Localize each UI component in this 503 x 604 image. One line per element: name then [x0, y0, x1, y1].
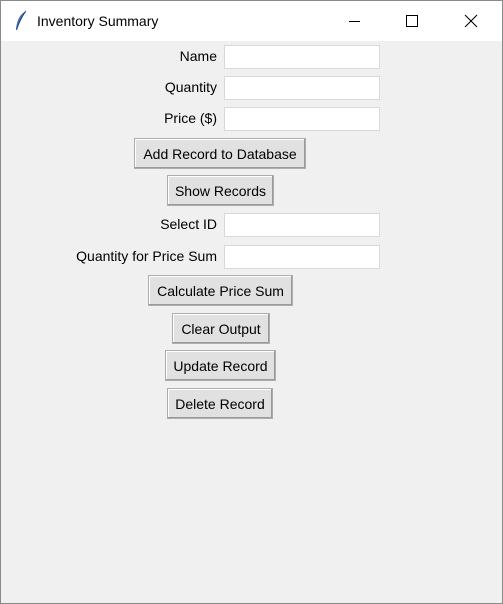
price-input[interactable]	[224, 107, 380, 131]
update-record-button[interactable]: Update Record	[165, 350, 276, 381]
quantity-label: Quantity	[164, 79, 217, 95]
name-input[interactable]	[224, 45, 380, 69]
name-label: Name	[179, 48, 217, 64]
price-label: Price ($)	[164, 110, 217, 126]
calculate-price-sum-button[interactable]: Calculate Price Sum	[148, 275, 293, 306]
select-id-label: Select ID	[160, 216, 217, 232]
maximize-button[interactable]	[389, 1, 435, 41]
add-record-button[interactable]: Add Record to Database	[134, 138, 306, 169]
select-id-input[interactable]	[224, 213, 380, 237]
close-button[interactable]	[448, 1, 494, 41]
clear-output-button[interactable]: Clear Output	[172, 313, 270, 344]
quantity-price-sum-input[interactable]	[224, 245, 380, 269]
show-records-button[interactable]: Show Records	[167, 175, 274, 206]
close-icon	[464, 14, 478, 28]
minimize-button[interactable]	[332, 1, 378, 41]
quantity-input[interactable]	[224, 76, 380, 100]
delete-record-button[interactable]: Delete Record	[167, 388, 273, 419]
quantity-price-sum-label: Quantity for Price Sum	[76, 248, 217, 264]
app-window: Inventory Summary Name Quantity Price ($…	[0, 0, 503, 604]
title-bar[interactable]: Inventory Summary	[1, 1, 502, 41]
feather-icon	[13, 10, 29, 32]
maximize-icon	[406, 15, 418, 27]
window-title: Inventory Summary	[37, 13, 159, 29]
minimize-icon	[349, 21, 360, 22]
